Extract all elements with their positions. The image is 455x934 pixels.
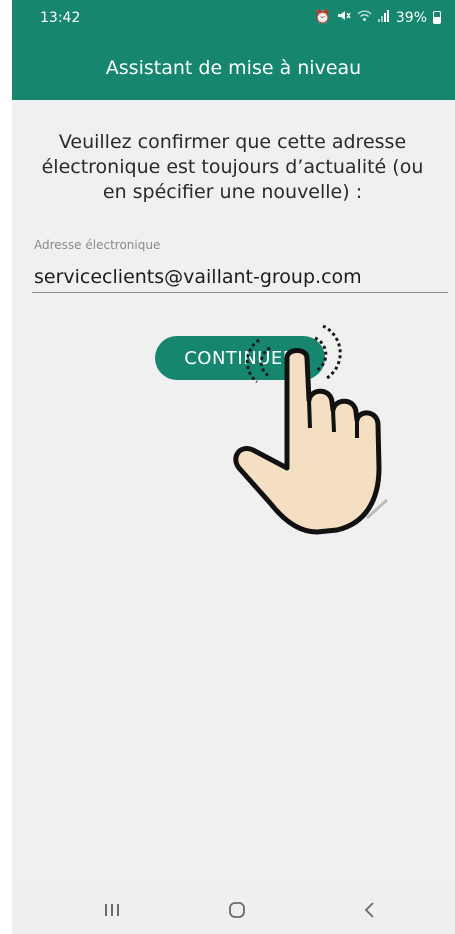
alarm-icon: ⏰ [314, 10, 331, 25]
battery-percent: 39% [395, 9, 427, 26]
email-field-label: Adresse électronique [34, 238, 161, 252]
battery-icon [433, 11, 441, 24]
confirmation-message: Veuillez confirmer que cette adresse éle… [41, 131, 424, 203]
page-title: Assistant de mise à niveau [105, 57, 362, 79]
signal-icon [377, 9, 390, 26]
mute-icon [337, 9, 351, 26]
status-icons: ⏰ 39% [315, 9, 441, 26]
status-time: 13:42 [40, 10, 81, 26]
home-icon [229, 902, 245, 918]
back-button[interactable] [350, 896, 390, 924]
recents-button[interactable] [92, 896, 132, 924]
home-button[interactable] [217, 896, 257, 924]
continue-button[interactable]: CONTINUER [155, 336, 325, 380]
system-nav-bar [12, 884, 455, 934]
status-bar: 13:42 ⏰ 39% [12, 0, 455, 36]
app-bar: Assistant de mise à niveau [12, 36, 455, 100]
back-icon [364, 902, 374, 918]
app-screen: 13:42 ⏰ 39% Assistant de mise à niveau V… [12, 0, 455, 934]
wifi-icon [357, 10, 372, 26]
recents-icon [105, 904, 119, 916]
email-field[interactable] [32, 262, 448, 293]
